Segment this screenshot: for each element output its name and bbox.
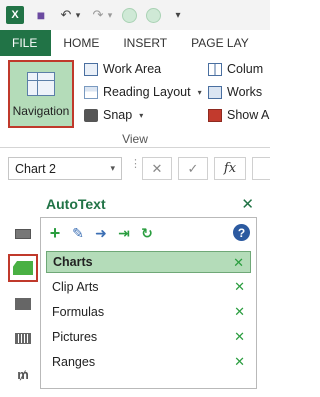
tab-home[interactable]: HOME xyxy=(51,30,111,56)
refresh-icon[interactable]: ↻ xyxy=(139,225,155,241)
rail-columns-button[interactable] xyxy=(8,324,38,352)
formula-bar: Chart 2 ▾ ⋮ ✕ ✓ fx xyxy=(0,148,270,188)
delete-icon[interactable]: ✕ xyxy=(234,354,245,370)
reading-layout-icon xyxy=(84,85,98,99)
delete-icon[interactable]: ✕ xyxy=(233,255,244,271)
insert-function-button[interactable]: fx xyxy=(214,157,246,180)
rail-autotext-button[interactable] xyxy=(8,254,38,282)
undo-icon[interactable]: ↶ xyxy=(58,7,74,23)
show-icon xyxy=(208,108,222,122)
work-area-icon xyxy=(84,62,98,76)
list-item-label: Clip Arts xyxy=(52,280,99,294)
pane-toolbar: + ✎ ➜ ⇥ ↻ ? xyxy=(41,218,256,248)
move-to-end-icon[interactable]: ⇥ xyxy=(116,225,132,241)
work-area-button[interactable]: Work Area xyxy=(84,62,161,76)
category-list: Charts ✕ Clip Arts ✕ Formulas ✕ Pictures… xyxy=(46,251,251,376)
pane-title: AutoText xyxy=(46,196,106,212)
help-icon[interactable]: ? xyxy=(233,224,250,241)
column-list-icon xyxy=(15,332,31,344)
add-icon[interactable]: + xyxy=(47,223,63,243)
insert-icon[interactable]: ➜ xyxy=(93,225,109,241)
worksheets-icon xyxy=(208,85,222,99)
list-item[interactable]: Formulas ✕ xyxy=(46,301,251,323)
delete-icon[interactable]: ✕ xyxy=(234,329,245,345)
show-label: Show A xyxy=(227,108,270,122)
columns-button[interactable]: Colum xyxy=(208,62,263,76)
formula-input[interactable] xyxy=(252,157,270,180)
name-box-dropdown-icon[interactable]: ▾ xyxy=(110,163,115,174)
list-item-label: Pictures xyxy=(52,330,98,344)
workbook-icon xyxy=(15,229,31,239)
edit-icon[interactable]: ✎ xyxy=(70,225,86,241)
reading-layout-button[interactable]: Reading Layout ▾ xyxy=(84,85,202,99)
list-item-label: Charts xyxy=(53,255,93,269)
columns-icon xyxy=(208,62,222,76)
list-item[interactable]: Clip Arts ✕ xyxy=(46,276,251,298)
worksheets-button[interactable]: Works xyxy=(208,85,262,99)
quick-access-button-2[interactable] xyxy=(146,7,161,23)
rail-find-replace-button[interactable]: ₥ xyxy=(8,360,38,388)
show-button[interactable]: Show A xyxy=(208,108,269,122)
redo-dropdown-icon[interactable]: ▾ xyxy=(107,7,113,23)
name-box[interactable]: Chart 2 ▾ xyxy=(8,157,122,180)
quick-access-button-1[interactable] xyxy=(122,7,137,23)
ribbon-tabs: FILE HOME INSERT PAGE LAY xyxy=(0,30,270,56)
tab-page-layout[interactable]: PAGE LAY xyxy=(179,30,261,56)
excel-logo-icon: X xyxy=(6,6,24,24)
tab-file[interactable]: FILE xyxy=(0,30,52,56)
title-bar: X ■ ↶ ▾ ↷ ▾ ▾ xyxy=(0,0,270,30)
rail-names-button[interactable] xyxy=(8,290,38,318)
list-item-label: Ranges xyxy=(52,355,96,369)
reading-layout-label: Reading Layout xyxy=(103,85,191,99)
delete-icon[interactable]: ✕ xyxy=(234,279,245,295)
formula-bar-grip-icon[interactable]: ⋮ xyxy=(130,159,141,170)
navigation-icon xyxy=(27,72,55,96)
autotext-pane: + ✎ ➜ ⇥ ↻ ? Charts ✕ Clip Arts ✕ Formula… xyxy=(40,217,257,389)
view-group-label: View xyxy=(122,132,148,146)
navigation-label: Navigation xyxy=(12,104,70,118)
save-icon[interactable]: ■ xyxy=(33,7,49,23)
snap-label: Snap xyxy=(103,108,133,122)
snap-button[interactable]: Snap ▾ xyxy=(84,108,143,122)
worksheets-label: Works xyxy=(227,85,263,99)
list-item[interactable]: Charts ✕ xyxy=(46,251,251,273)
rail-workbook-button[interactable] xyxy=(8,220,38,248)
camera-icon xyxy=(84,108,98,122)
columns-label: Colum xyxy=(227,62,264,76)
reading-layout-dropdown-icon[interactable]: ▾ xyxy=(198,88,202,97)
list-item[interactable]: Ranges ✕ xyxy=(46,351,251,373)
binoculars-icon: ₥ xyxy=(17,366,29,382)
undo-dropdown-icon[interactable]: ▾ xyxy=(75,7,81,23)
name-manager-icon xyxy=(15,298,31,310)
delete-icon[interactable]: ✕ xyxy=(234,304,245,320)
list-item[interactable]: Pictures ✕ xyxy=(46,326,251,348)
autotext-icon xyxy=(13,261,33,275)
autotext-pane-header: AutoText ✕ xyxy=(40,192,270,216)
customize-quick-access-icon[interactable]: ▾ xyxy=(170,7,186,23)
ribbon-view-group: Navigation Work Area Reading Layout ▾ Sn… xyxy=(0,56,270,148)
cancel-button[interactable]: ✕ xyxy=(142,157,172,180)
enter-button[interactable]: ✓ xyxy=(178,157,208,180)
snap-dropdown-icon[interactable]: ▾ xyxy=(139,111,143,120)
redo-icon[interactable]: ↷ xyxy=(90,7,106,23)
navigation-rail: ₥ xyxy=(0,188,40,397)
navigation-button[interactable]: Navigation xyxy=(8,60,74,128)
work-area-label: Work Area xyxy=(103,62,162,76)
close-icon[interactable]: ✕ xyxy=(241,195,254,213)
tab-insert[interactable]: INSERT xyxy=(111,30,179,56)
name-box-value: Chart 2 xyxy=(15,161,56,176)
list-item-label: Formulas xyxy=(52,305,105,319)
